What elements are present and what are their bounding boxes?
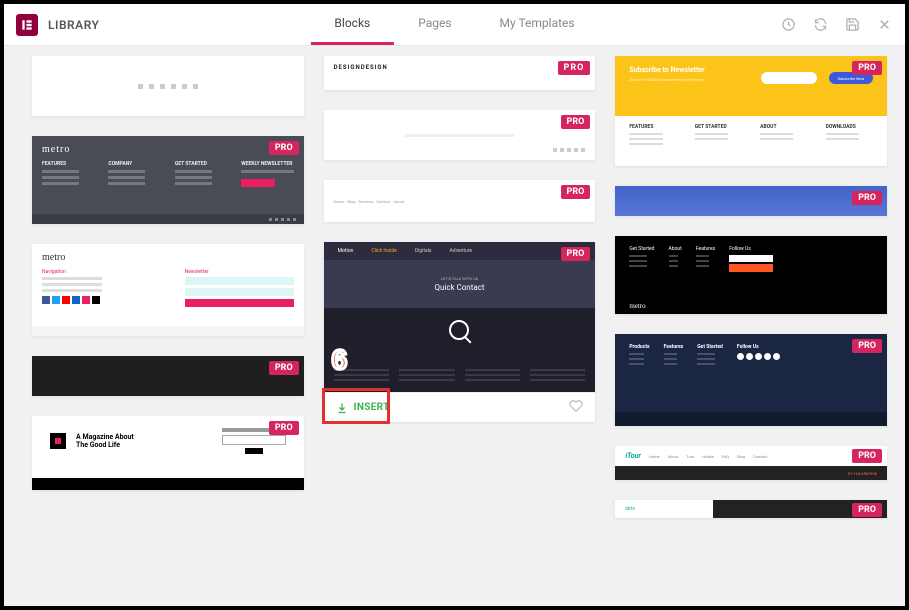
tabs: Blocks Pages My Templates bbox=[310, 4, 598, 45]
import-icon[interactable] bbox=[779, 16, 797, 34]
template-card-selected[interactable]: PRO MotionClick InsideDigitalsAdventure … bbox=[324, 242, 596, 422]
template-card[interactable]: PRO Home Blog Services Contact About bbox=[324, 180, 596, 222]
template-card[interactable]: metro Navigation Newsletter bbox=[32, 244, 304, 336]
template-card[interactable]: PRO bbox=[324, 110, 596, 160]
sync-icon[interactable] bbox=[811, 16, 829, 34]
library-title: LIBRARY bbox=[48, 18, 99, 32]
pro-badge: PRO bbox=[852, 191, 882, 205]
step-marker: 6 bbox=[332, 344, 348, 376]
template-card[interactable]: PRO bbox=[615, 186, 887, 216]
favorite-icon[interactable] bbox=[569, 398, 583, 417]
template-card[interactable]: PRO bbox=[32, 356, 304, 396]
template-card[interactable]: PRO Subscribe to Newsletter Join over 50… bbox=[615, 56, 887, 166]
insert-button[interactable]: INSERT bbox=[336, 402, 390, 414]
template-card[interactable]: PRO A Magazine AboutThe Good Life bbox=[32, 416, 304, 490]
template-card[interactable]: PRO Products Features Get Started Follow… bbox=[615, 334, 887, 426]
pro-badge: PRO bbox=[269, 361, 299, 375]
tab-my-templates[interactable]: My Templates bbox=[476, 4, 599, 45]
library-header: LIBRARY Blocks Pages My Templates bbox=[4, 4, 905, 46]
template-card[interactable]: PRO metro FEATURES COMPANY GET STARTED W… bbox=[32, 136, 304, 224]
tab-pages[interactable]: Pages bbox=[394, 4, 475, 45]
elementor-logo bbox=[16, 14, 38, 36]
pro-badge: PRO bbox=[852, 449, 882, 463]
template-card[interactable]: PRO idris bbox=[615, 500, 887, 518]
close-icon[interactable] bbox=[875, 16, 893, 34]
templates-scroll[interactable]: PRO metro FEATURES COMPANY GET STARTED W… bbox=[4, 46, 905, 606]
pro-badge: PRO bbox=[558, 61, 591, 75]
pro-badge: PRO bbox=[561, 185, 591, 199]
pro-badge: PRO bbox=[561, 247, 591, 261]
pro-badge: PRO bbox=[852, 339, 882, 353]
template-card[interactable] bbox=[32, 56, 304, 116]
template-card[interactable]: Get Started About Features Follow Us met… bbox=[615, 236, 887, 314]
save-icon[interactable] bbox=[843, 16, 861, 34]
pro-badge: PRO bbox=[269, 421, 299, 435]
pro-badge: PRO bbox=[852, 61, 882, 75]
pro-badge: PRO bbox=[852, 503, 882, 517]
template-card[interactable]: PRO DESIGNDESIGN bbox=[324, 56, 596, 90]
tab-blocks[interactable]: Blocks bbox=[310, 4, 394, 45]
magnify-icon bbox=[449, 320, 469, 340]
template-card[interactable]: PRO iTourHomeAboutTourHotelsFAQBlogConta… bbox=[615, 446, 887, 480]
pro-badge: PRO bbox=[561, 115, 591, 129]
pro-badge: PRO bbox=[269, 141, 299, 155]
